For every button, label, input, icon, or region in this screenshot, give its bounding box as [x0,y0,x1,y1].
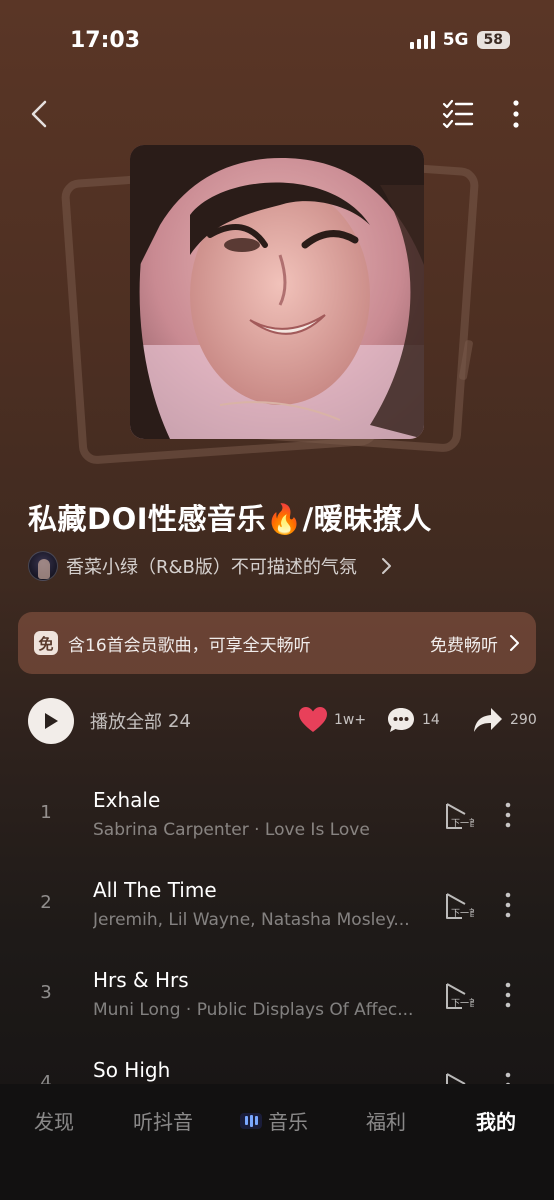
playlist-title: 私藏DOI性感音乐🔥/暧昧撩人 [28,502,432,536]
like-count: 1w+ [334,712,367,728]
signal-icon [409,31,435,49]
cover-photo [130,145,424,439]
song-title: Hrs & Hrs [93,968,189,992]
tab-label: 音乐 [268,1110,308,1134]
back-icon [31,100,47,128]
more-button[interactable] [504,98,528,130]
share-icon [474,708,502,732]
chevron-right-icon [381,558,391,574]
svg-text:下一首: 下一首 [451,907,474,919]
music-tab-icon [240,1112,262,1129]
tab-mine[interactable]: 我的 [476,1106,516,1135]
status-bar: 17:03 5G 58 [0,0,554,84]
cover-image[interactable] [130,145,424,439]
song-index: 3 [40,982,52,1003]
tab-label: 福利 [366,1110,406,1134]
more-icon [505,892,511,918]
like-button[interactable]: 1w+ [298,706,366,734]
action-row: 播放全部 24 1w+ 14 290 [28,696,540,746]
song-row[interactable]: 1 Exhale Sabrina Carpenter · Love Is Lov… [0,772,554,862]
playlist-manage-icon [442,99,474,129]
vip-banner-text: 含16首会员歌曲，可享全天畅听 [68,635,311,656]
battery-level: 58 [476,31,510,49]
vip-banner[interactable]: 免 含16首会员歌曲，可享全天畅听 免费畅听 [18,612,536,674]
play-next-button[interactable]: 下一首 [442,800,478,832]
play-next-button[interactable]: 下一首 [442,980,478,1012]
song-title: Exhale [93,788,161,812]
play-all-button[interactable] [28,698,74,744]
comment-count: 14 [422,712,440,728]
song-title: All The Time [93,878,217,902]
playlist-manage-button[interactable] [440,98,476,130]
tab-listen-douyin[interactable]: 听抖音 [133,1106,193,1135]
bottom-tab-bar: 发现 听抖音 音乐 福利 我的 [0,1084,554,1200]
network-type: 5G [442,30,469,50]
song-artist-album: Sabrina Carpenter · Love Is Love [93,820,370,840]
song-index: 2 [40,892,52,913]
comment-icon [388,708,414,732]
svg-text:下一首: 下一首 [451,997,474,1009]
status-indicators: 5G 58 [409,30,510,50]
tab-label: 听抖音 [133,1110,193,1134]
play-next-icon: 下一首 [446,893,478,919]
song-row[interactable]: 2 All The Time Jeremih, Lil Wayne, Natas… [0,862,554,952]
play-next-button[interactable]: 下一首 [442,890,478,922]
more-icon [505,982,511,1008]
tab-label: 我的 [476,1110,516,1134]
avatar[interactable] [28,551,58,581]
heart-icon [299,707,327,732]
song-title: So High [93,1058,171,1082]
song-more-button[interactable] [498,800,518,830]
song-count: 24 [168,710,191,732]
share-button[interactable]: 290 [472,706,537,734]
song-more-button[interactable] [498,980,518,1010]
svg-text:下一首: 下一首 [451,817,474,829]
play-next-icon: 下一首 [446,983,478,1009]
tab-label: 发现 [34,1110,74,1134]
song-more-button[interactable] [498,890,518,920]
share-count: 290 [510,712,537,728]
playlist-cover [60,140,500,466]
play-all-label[interactable]: 播放全部 [90,708,162,734]
free-badge: 免 [34,631,58,655]
more-icon [505,802,511,828]
back-button[interactable] [24,96,54,132]
song-list: 1 Exhale Sabrina Carpenter · Love Is Lov… [0,772,554,1132]
chevron-right-icon [510,635,519,651]
song-row[interactable]: 3 Hrs & Hrs Muni Long · Public Displays … [0,952,554,1042]
comment-button[interactable]: 14 [386,706,440,734]
nav-bar [0,92,554,136]
creator-name: 香菜小绿（R&B版）不可描述的气氛 [66,557,357,578]
song-index: 1 [40,802,52,823]
free-listen-label: 免费畅听 [430,635,498,656]
play-icon [45,713,58,729]
song-artist-album: Jeremih, Lil Wayne, Natasha Mosley... [93,910,410,930]
status-time: 17:03 [70,28,141,53]
more-icon [513,100,519,128]
song-artist-album: Muni Long · Public Displays Of Affec... [93,1000,414,1020]
free-listen-button[interactable]: 免费畅听 [430,631,520,656]
tab-music[interactable]: 音乐 [240,1106,308,1135]
tab-welfare[interactable]: 福利 [366,1106,406,1135]
creator-row[interactable]: 香菜小绿（R&B版）不可描述的气氛 [28,551,393,581]
tab-discover[interactable]: 发现 [34,1106,74,1135]
play-next-icon: 下一首 [446,803,478,829]
